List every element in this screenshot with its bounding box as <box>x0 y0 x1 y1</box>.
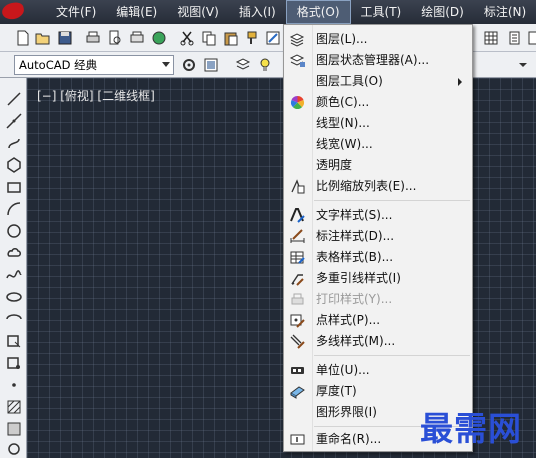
menu-item-layer-state-manager[interactable]: 图层状态管理器(A)... <box>284 50 472 71</box>
make-block-icon[interactable] <box>5 354 23 372</box>
multileader-style-icon <box>289 270 306 287</box>
watermark-logo: 最需网 <box>420 409 522 448</box>
menu-bar: 文件(F) 编辑(E) 视图(V) 插入(I) 格式(O) 工具(T) 绘图(D… <box>0 0 536 24</box>
menu-item-text-style[interactable]: 文字样式(S)... <box>284 205 472 226</box>
menu-item-plot-style: 打印样式(Y)... <box>284 289 472 310</box>
menu-item-layer[interactable]: 图层(L)... <box>284 29 472 50</box>
chevron-down-icon <box>162 62 170 67</box>
markup-icon[interactable] <box>526 29 536 47</box>
scale-list-icon <box>289 178 306 195</box>
publish-icon[interactable] <box>128 29 146 47</box>
ellipse-arc-icon[interactable] <box>5 310 23 328</box>
menu-file[interactable]: 文件(F) <box>46 0 106 24</box>
sheetset-icon[interactable] <box>506 29 524 47</box>
save-icon[interactable] <box>56 29 74 47</box>
menu-item-layer-tools[interactable]: 图层工具(O) <box>284 71 472 92</box>
menu-format[interactable]: 格式(O) <box>285 0 351 24</box>
new-file-icon[interactable] <box>14 29 32 47</box>
menu-view[interactable]: 视图(V) <box>167 0 229 24</box>
workspace-settings-icon[interactable] <box>180 56 198 74</box>
menu-draw[interactable]: 绘图(D) <box>411 0 474 24</box>
menu-item-transparency[interactable]: 透明度 <box>284 155 472 176</box>
construction-line-icon[interactable] <box>5 112 23 130</box>
menu-item-dimension-style[interactable]: 标注样式(D)... <box>284 226 472 247</box>
menu-insert[interactable]: 插入(I) <box>229 0 286 24</box>
print-icon[interactable] <box>84 29 102 47</box>
revision-cloud-icon[interactable] <box>5 244 23 262</box>
insert-block-icon[interactable] <box>5 332 23 350</box>
circle-icon[interactable] <box>5 222 23 240</box>
plot-preview-icon[interactable] <box>106 29 124 47</box>
menu-item-linetype[interactable]: 线型(N)... <box>284 113 472 134</box>
units-icon <box>289 362 306 379</box>
menu-item-multiline-style[interactable]: 多线样式(M)... <box>284 331 472 352</box>
menu-items: 文件(F) 编辑(E) 视图(V) 插入(I) 格式(O) 工具(T) 绘图(D… <box>46 0 536 24</box>
menu-item-table-style[interactable]: 表格样式(B)... <box>284 247 472 268</box>
point-style-icon <box>289 312 306 329</box>
menu-tools[interactable]: 工具(T) <box>351 0 412 24</box>
submenu-arrow-icon <box>458 78 462 86</box>
format-menu: 图层(L)... 图层状态管理器(A)... 图层工具(O) 颜色(C)... … <box>283 24 473 452</box>
menu-dimension[interactable]: 标注(N) <box>474 0 536 24</box>
workspace-select[interactable]: AutoCAD 经典 <box>14 55 174 75</box>
menu-item-thickness[interactable]: 厚度(T) <box>284 381 472 402</box>
viewport-controls[interactable]: [−] [俯视] [二维线框] <box>37 87 155 104</box>
rectangle-icon[interactable] <box>5 178 23 196</box>
spline-icon[interactable] <box>5 266 23 284</box>
3d-dwf-icon[interactable] <box>150 29 168 47</box>
polygon-icon[interactable] <box>5 156 23 174</box>
menu-edit[interactable]: 编辑(E) <box>106 0 167 24</box>
polyline-icon[interactable] <box>5 134 23 152</box>
lightbulb-icon[interactable] <box>256 56 274 74</box>
menu-item-scale-list[interactable]: 比例缩放列表(E)... <box>284 176 472 197</box>
table-style-icon <box>289 249 306 266</box>
rename-icon <box>289 431 306 448</box>
toolpalettes-icon[interactable] <box>482 29 500 47</box>
open-folder-icon[interactable] <box>34 29 52 47</box>
ellipse-icon[interactable] <box>5 288 23 306</box>
thickness-icon <box>289 383 306 400</box>
region-icon[interactable] <box>5 440 23 458</box>
dropdown-arrow-icon[interactable] <box>514 56 532 74</box>
my-workspace-icon[interactable] <box>202 56 220 74</box>
copy-icon[interactable] <box>200 29 218 47</box>
block-editor-icon[interactable] <box>264 29 282 47</box>
color-wheel-icon <box>289 94 306 111</box>
layer-properties-icon[interactable] <box>234 56 252 74</box>
menu-item-lineweight[interactable]: 线宽(W)... <box>284 134 472 155</box>
application-menu-button[interactable] <box>0 0 30 24</box>
match-properties-icon[interactable] <box>244 29 262 47</box>
gradient-icon[interactable] <box>5 420 23 438</box>
line-icon[interactable] <box>5 90 23 108</box>
draw-toolbar <box>0 78 27 458</box>
point-icon[interactable] <box>5 376 23 394</box>
cut-icon[interactable] <box>178 29 196 47</box>
menu-separator <box>314 200 470 201</box>
menu-item-units[interactable]: 单位(U)... <box>284 360 472 381</box>
hatch-icon[interactable] <box>5 398 23 416</box>
layer-icon <box>289 31 306 48</box>
dimension-style-icon <box>289 228 306 245</box>
menu-item-point-style[interactable]: 点样式(P)... <box>284 310 472 331</box>
text-style-icon <box>289 207 306 224</box>
arc-icon[interactable] <box>5 200 23 218</box>
multiline-style-icon <box>289 333 306 350</box>
menu-item-color[interactable]: 颜色(C)... <box>284 92 472 113</box>
layer-state-icon <box>289 52 306 69</box>
workspace-value: AutoCAD 经典 <box>19 58 98 72</box>
menu-separator <box>314 355 470 356</box>
menu-item-multileader-style[interactable]: 多重引线样式(I) <box>284 268 472 289</box>
paste-icon[interactable] <box>222 29 240 47</box>
plot-style-icon <box>289 291 306 308</box>
